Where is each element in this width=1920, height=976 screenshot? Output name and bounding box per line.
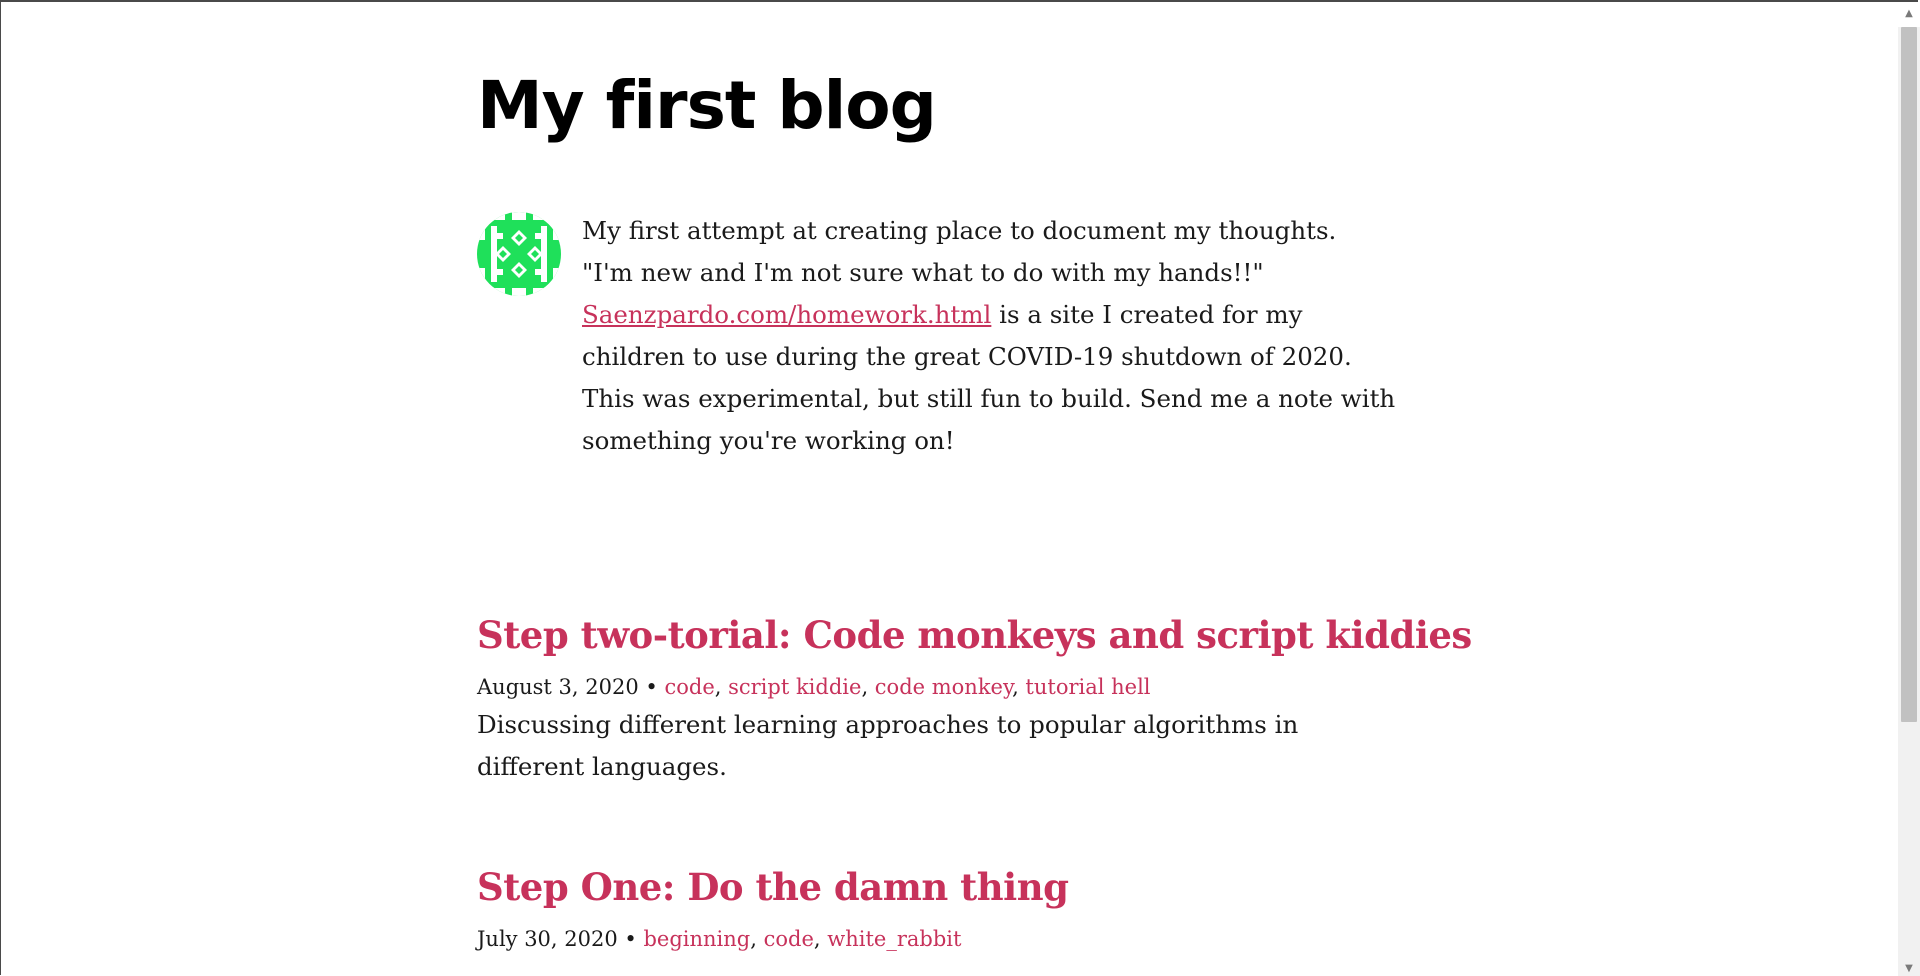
vertical-scrollbar[interactable]: ▲ ▼ (1898, 8, 1920, 976)
tag-link[interactable]: code (764, 927, 814, 951)
identicon-icon (477, 212, 561, 296)
post-date: July 30, 2020 (477, 927, 618, 951)
meta-separator: • (617, 927, 644, 951)
intro-line-2: "I'm new and I'm not sure what to do wit… (582, 258, 1264, 287)
post-meta: July 30, 2020 • beginning, code, white_r… (477, 927, 962, 951)
post-item: Step One: Do the damn thing July 30, 202… (477, 862, 1407, 954)
intro-line-1: My first attempt at creating place to do… (582, 216, 1337, 245)
scroll-down-icon[interactable]: ▼ (1898, 962, 1920, 976)
post-meta: August 3, 2020 • code, script kiddie, co… (477, 675, 1151, 699)
post-description: Discussing different learning approaches… (477, 710, 1299, 781)
post-date: August 3, 2020 (477, 675, 639, 699)
tag-link[interactable]: code monkey (875, 675, 1012, 699)
meta-separator: • (638, 675, 665, 699)
tag-link[interactable]: code (664, 675, 714, 699)
site-title: My first blog (477, 67, 937, 144)
scroll-up-icon[interactable]: ▲ (1898, 7, 1920, 21)
tag-link[interactable]: script kiddie (728, 675, 861, 699)
tag-link[interactable]: tutorial hell (1025, 675, 1150, 699)
post-title-link[interactable]: Step One: Do the damn thing (477, 862, 1407, 912)
intro-paragraph: Saenzpardo.com/homework.html is a site I… (582, 294, 1412, 462)
intro-text: My first attempt at creating place to do… (582, 210, 1412, 462)
tag-link[interactable]: beginning (643, 927, 750, 951)
post-title-link[interactable]: Step two-torial: Code monkeys and script… (477, 610, 1472, 660)
homework-link[interactable]: Saenzpardo.com/homework.html (582, 300, 991, 329)
window-frame (0, 0, 1918, 975)
post-item: Step two-torial: Code monkeys and script… (477, 610, 1472, 788)
tag-link[interactable]: white_rabbit (827, 927, 961, 951)
scrollbar-thumb[interactable] (1901, 27, 1917, 722)
